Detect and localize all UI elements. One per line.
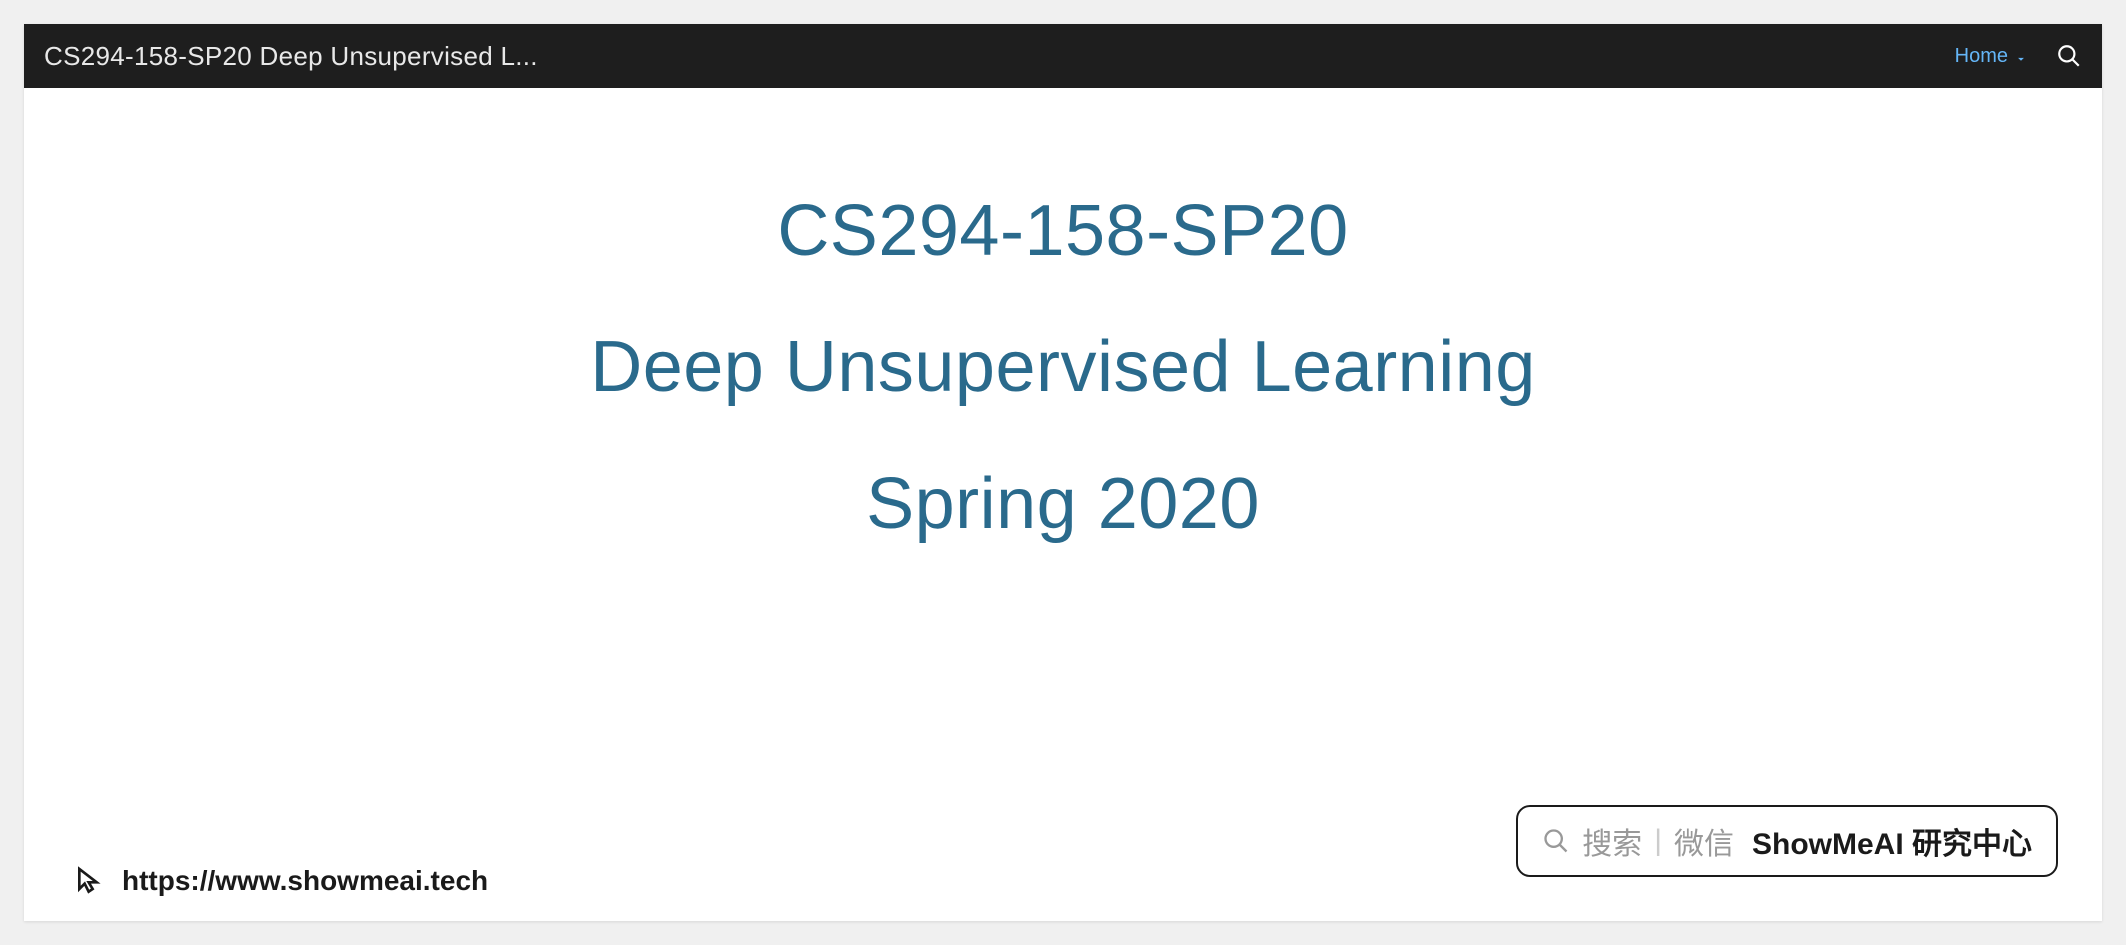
- content-frame: CS294-158-SP20 Deep Unsupervised L... Ho…: [24, 24, 2102, 921]
- widget-brand: ShowMeAI 研究中心: [1752, 819, 2032, 863]
- search-icon: [1542, 827, 1570, 855]
- footer-url: https://www.showmeai.tech: [122, 865, 488, 897]
- top-nav: CS294-158-SP20 Deep Unsupervised L... Ho…: [24, 24, 2102, 88]
- nav-right: Home: [1955, 43, 2082, 69]
- hero-line-2: Deep Unsupervised Learning: [24, 324, 2102, 410]
- cursor-icon: [74, 865, 106, 897]
- widget-platform-label: 微信: [1674, 819, 1734, 863]
- footer-link[interactable]: https://www.showmeai.tech: [74, 865, 488, 897]
- widget-divider: |: [1654, 824, 1662, 858]
- hero-line-3: Spring 2020: [24, 461, 2102, 547]
- site-title: CS294-158-SP20 Deep Unsupervised L...: [44, 41, 538, 72]
- search-icon[interactable]: [2056, 43, 2082, 69]
- home-link[interactable]: Home: [1955, 45, 2028, 68]
- chevron-down-icon: [2014, 49, 2028, 63]
- hero-section: CS294-158-SP20 Deep Unsupervised Learnin…: [24, 88, 2102, 547]
- widget-search-label: 搜索: [1582, 819, 1642, 863]
- search-widget[interactable]: 搜索 | 微信 ShowMeAI 研究中心: [1516, 805, 2058, 877]
- hero-line-1: CS294-158-SP20: [24, 188, 2102, 274]
- home-link-label: Home: [1955, 45, 2008, 68]
- page-container: CS294-158-SP20 Deep Unsupervised L... Ho…: [0, 0, 2126, 945]
